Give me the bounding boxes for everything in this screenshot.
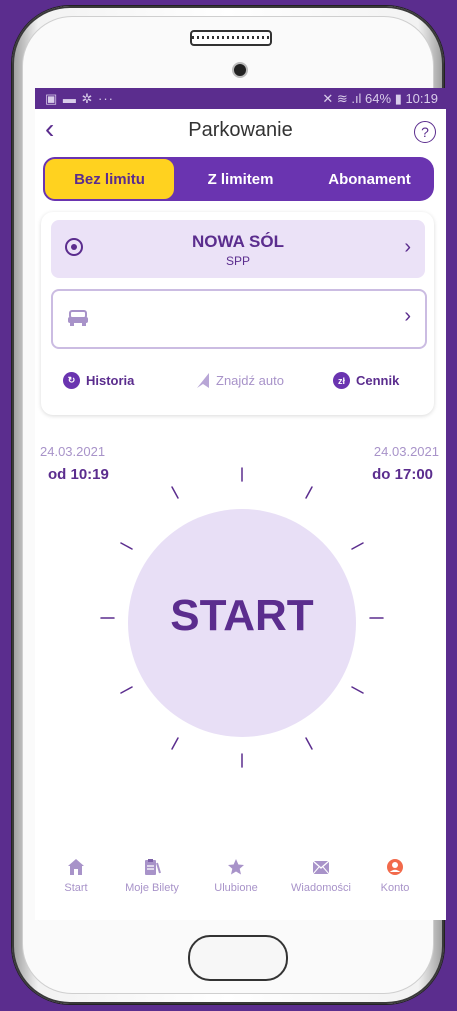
nav-messages[interactable]: Wiadomości xyxy=(281,858,361,894)
pricing-button[interactable]: zł Cennik xyxy=(333,372,399,389)
tab-z-limitem[interactable]: Z limitem xyxy=(176,157,305,201)
vehicle-selector[interactable]: › xyxy=(51,289,427,349)
history-label: Historia xyxy=(86,373,135,388)
home-button[interactable] xyxy=(188,935,288,981)
home-icon xyxy=(68,859,84,875)
location-zone: SPP xyxy=(225,254,250,268)
help-icon[interactable]: ? xyxy=(414,121,436,143)
quick-actions: ↻ Historia Znajdź auto zł Cennik xyxy=(41,372,434,396)
parking-mode-tabs: Bez limitu Z limitem Abonament xyxy=(43,157,434,201)
find-car-button[interactable]: Znajdź auto xyxy=(195,372,284,389)
find-car-label: Znajdź auto xyxy=(216,373,284,388)
account-icon xyxy=(387,859,403,875)
tab-abonament[interactable]: Abonament xyxy=(305,157,434,201)
status-notifications: ▣ ▬ ✲ ··· xyxy=(45,91,114,106)
nav-favorites-label: Ulubione xyxy=(214,882,258,894)
history-icon: ↻ xyxy=(63,372,80,389)
navigation-arrow-icon xyxy=(197,373,209,388)
speaker-grille xyxy=(190,30,272,46)
location-name: NOWA SÓL xyxy=(192,232,284,251)
tab-bez-limitu[interactable]: Bez limitu xyxy=(43,157,176,201)
nav-tickets[interactable]: Moje Bilety xyxy=(112,858,192,894)
chevron-right-icon: › xyxy=(404,236,411,258)
nav-tickets-label: Moje Bilety xyxy=(125,882,179,894)
timer-dial: START xyxy=(35,458,446,788)
start-label: START xyxy=(170,591,314,640)
currency-icon: zł xyxy=(333,372,350,389)
history-button[interactable]: ↻ Historia xyxy=(63,372,134,389)
star-icon xyxy=(228,859,244,875)
app-screen: ▣ ▬ ✲ ··· ✕ ≋ .ıl 64% ▮ 10:19 ‹ Parkowan… xyxy=(35,88,446,920)
app-header: ‹ Parkowanie ? xyxy=(35,109,446,153)
parking-card: NOWA SÓL SPP › › ↻ Historia Znajdź auto … xyxy=(41,212,434,415)
bottom-navigation: Start Moje Bilety Ulubione Wiadomości Ko… xyxy=(35,850,446,920)
start-button[interactable]: START xyxy=(128,509,356,737)
car-icon xyxy=(68,310,88,326)
nav-start[interactable]: Start xyxy=(36,858,116,894)
status-system: ✕ ≋ .ıl 64% ▮ 10:19 xyxy=(322,91,438,106)
nav-start-label: Start xyxy=(64,882,88,894)
tickets-icon xyxy=(145,859,161,875)
camera-icon xyxy=(232,62,248,78)
page-title: Parkowanie xyxy=(188,119,293,141)
location-selector[interactable]: NOWA SÓL SPP › xyxy=(51,220,425,278)
nav-account[interactable]: Konto xyxy=(355,858,435,894)
nav-account-label: Konto xyxy=(380,882,410,894)
end-date: 24.03.2021 xyxy=(373,444,439,459)
mail-icon xyxy=(312,860,330,875)
pricing-label: Cennik xyxy=(356,373,400,388)
chevron-right-icon: › xyxy=(404,305,411,327)
nav-messages-label: Wiadomości xyxy=(291,882,351,894)
start-date: 24.03.2021 xyxy=(40,444,106,459)
status-bar: ▣ ▬ ✲ ··· ✕ ≋ .ıl 64% ▮ 10:19 xyxy=(35,88,446,109)
nav-favorites[interactable]: Ulubione xyxy=(196,858,276,894)
